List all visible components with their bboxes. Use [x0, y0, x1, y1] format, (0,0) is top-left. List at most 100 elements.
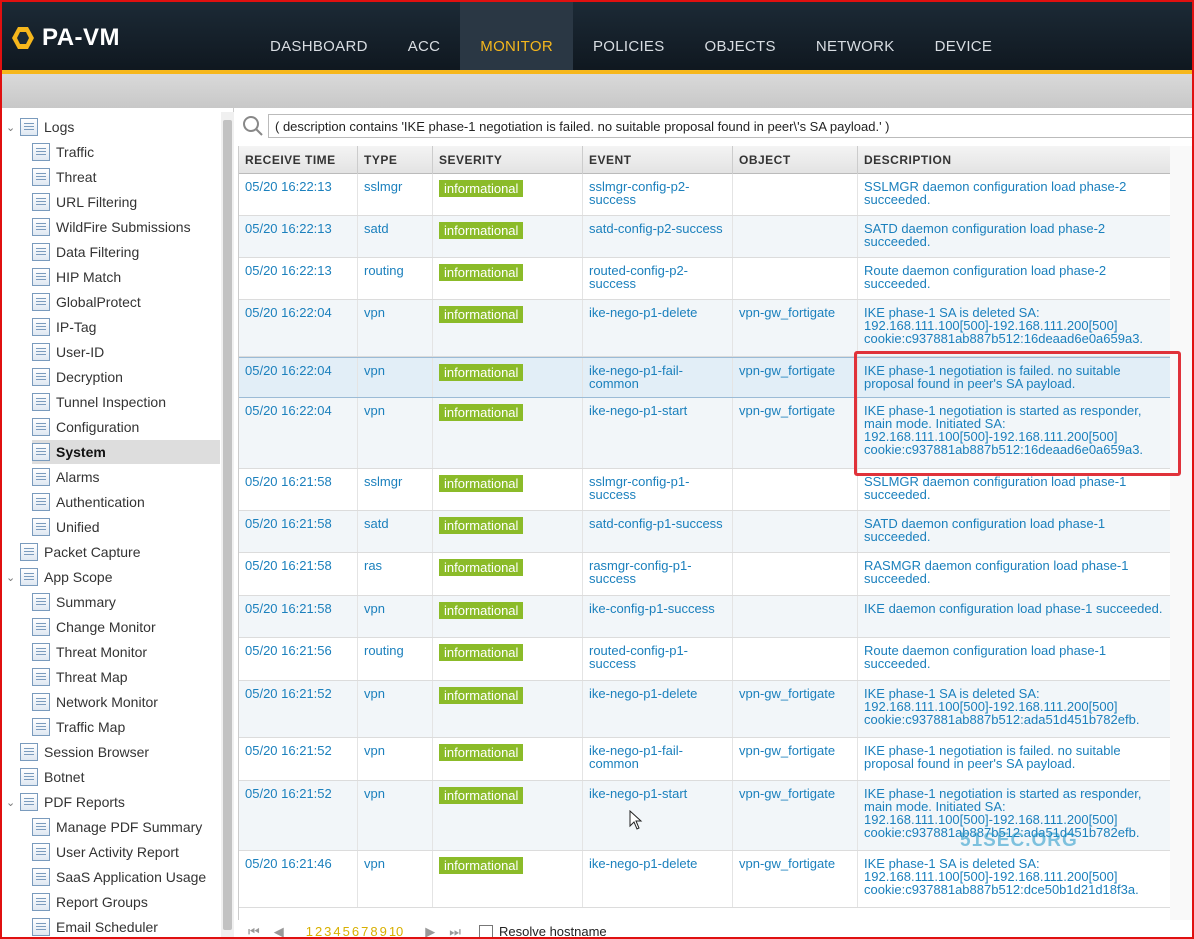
table-row[interactable]: 05/20 16:21:56 routing informational routed…: [239, 638, 1170, 681]
column-header-description[interactable]: DESCRIPTION: [858, 146, 1170, 174]
log-page-icon: [32, 493, 50, 511]
column-header-severity[interactable]: SEVERITY: [433, 146, 583, 174]
object-cell: vpn-gw_fortigate: [733, 358, 858, 397]
table-row[interactable]: 05/20 16:21:52 vpn informational ike-nego-p…: [239, 681, 1170, 738]
page-link[interactable]: 5: [343, 924, 350, 937]
column-header-event[interactable]: EVENT: [583, 146, 733, 174]
table-row[interactable]: 05/20 16:22:13 satd informational satd-conf…: [239, 216, 1170, 258]
sidebar-scrollbar[interactable]: [221, 112, 234, 937]
sidebar-item-network-monitor[interactable]: Network Monitor: [32, 690, 220, 714]
type-cell: vpn: [358, 358, 433, 397]
sidebar-item-url-filtering[interactable]: URL Filtering: [32, 190, 220, 214]
type-cell: vpn: [358, 398, 433, 468]
page-link[interactable]: 10: [389, 924, 403, 937]
page-link[interactable]: 3: [324, 924, 331, 937]
severity-badge: informational: [439, 744, 524, 761]
table-scrollbar[interactable]: [1170, 146, 1192, 920]
sidebar-item-globalprotect[interactable]: GlobalProtect: [32, 290, 220, 314]
prev-page-icon[interactable]: ◀: [274, 924, 284, 938]
sidebar-item-change-monitor[interactable]: Change Monitor: [32, 615, 220, 639]
log-page-icon: [32, 218, 50, 236]
object-cell: [733, 469, 858, 510]
sidebar-item-threat-monitor[interactable]: Threat Monitor: [32, 640, 220, 664]
severity-cell: informational: [433, 638, 583, 680]
page-link[interactable]: 6: [352, 924, 359, 937]
column-header-receive-time[interactable]: RECEIVE TIME: [239, 146, 358, 174]
first-page-icon[interactable]: ⏮: [248, 924, 260, 938]
event-cell: ike-nego-p1-start: [583, 781, 733, 850]
sidebar-item-tunnel-inspection[interactable]: Tunnel Inspection: [32, 390, 220, 414]
severity-badge: informational: [439, 306, 524, 323]
sidebar-item-traffic-map[interactable]: Traffic Map: [32, 715, 220, 739]
table-row[interactable]: 05/20 16:22:13 routing informational routed…: [239, 258, 1170, 300]
sidebar-item-app-scope[interactable]: ⌄ App Scope: [6, 565, 220, 589]
sidebar-item-email-scheduler[interactable]: Email Scheduler: [32, 915, 220, 937]
sidebar-item-traffic[interactable]: Traffic: [32, 140, 220, 164]
nav-tab-objects[interactable]: OBJECTS: [685, 2, 796, 72]
object-cell: [733, 258, 858, 299]
severity-cell: informational: [433, 738, 583, 780]
severity-cell: informational: [433, 511, 583, 552]
table-row[interactable]: 05/20 16:22:13 sslmgr informational sslmgr-…: [239, 174, 1170, 216]
sidebar-item-configuration[interactable]: Configuration: [32, 415, 220, 439]
nav-tab-monitor[interactable]: MONITOR: [460, 2, 573, 72]
expand-arrow-icon[interactable]: ⌄: [6, 796, 16, 809]
page-link[interactable]: 4: [333, 924, 340, 937]
table-row[interactable]: 05/20 16:22:04 vpn informational ike-nego-p…: [239, 300, 1170, 357]
page-link[interactable]: 1: [306, 924, 313, 937]
sidebar-item-summary[interactable]: Summary: [32, 590, 220, 614]
next-page-icon[interactable]: ▶: [425, 924, 435, 938]
sidebar-item-data-filtering[interactable]: Data Filtering: [32, 240, 220, 264]
sidebar-item-wildfire-submissions[interactable]: WildFire Submissions: [32, 215, 220, 239]
nav-tab-network[interactable]: NETWORK: [796, 2, 915, 72]
sidebar-item-manage-pdf-summary[interactable]: Manage PDF Summary: [32, 815, 220, 839]
sub-toolbar: [2, 74, 1192, 108]
resolve-hostname-checkbox[interactable]: [478, 924, 493, 937]
sidebar-item-hip-match[interactable]: HIP Match: [32, 265, 220, 289]
description-cell: RASMGR daemon configuration load phase-1…: [858, 553, 1170, 595]
nav-tab-policies[interactable]: POLICIES: [573, 2, 685, 72]
sidebar-item-system[interactable]: System: [32, 440, 220, 464]
last-page-icon[interactable]: ⏭: [449, 924, 461, 938]
sidebar-item-alarms[interactable]: Alarms: [32, 465, 220, 489]
table-row[interactable]: 05/20 16:21:58 vpn informational ike-config…: [239, 596, 1170, 638]
sidebar-item-logs[interactable]: ⌄ Logs: [6, 115, 220, 139]
nav-tab-device[interactable]: DEVICE: [915, 2, 1013, 72]
sidebar-item-authentication[interactable]: Authentication: [32, 490, 220, 514]
sidebar-item-pdf-reports[interactable]: ⌄ PDF Reports: [6, 790, 220, 814]
sidebar-item-packet-capture[interactable]: Packet Capture: [6, 540, 220, 564]
resolve-hostname-label: Resolve hostname: [498, 924, 607, 939]
severity-badge: informational: [439, 180, 524, 197]
nav-tab-dashboard[interactable]: DASHBOARD: [250, 2, 388, 72]
column-header-object[interactable]: OBJECT: [733, 146, 858, 174]
expand-arrow-icon[interactable]: ⌄: [6, 571, 16, 584]
search-icon[interactable]: [242, 115, 264, 137]
sidebar-item-decryption[interactable]: Decryption: [32, 365, 220, 389]
table-row[interactable]: 05/20 16:21:52 vpn informational ike-nego-p…: [239, 738, 1170, 781]
column-header-type[interactable]: TYPE: [358, 146, 433, 174]
sidebar-item-user-id[interactable]: User-ID: [32, 340, 220, 364]
sidebar-item-user-activity-report[interactable]: User Activity Report: [32, 840, 220, 864]
sidebar-item-threat-map[interactable]: Threat Map: [32, 665, 220, 689]
table-row[interactable]: 05/20 16:21:58 ras informational rasmgr-con…: [239, 553, 1170, 596]
table-row[interactable]: 05/20 16:21:46 vpn informational ike-nego-p…: [239, 851, 1170, 908]
sidebar-item-session-browser[interactable]: Session Browser: [6, 740, 220, 764]
page-link[interactable]: 9: [380, 924, 387, 937]
type-cell: sslmgr: [358, 469, 433, 510]
sidebar-item-ip-tag[interactable]: IP-Tag: [32, 315, 220, 339]
page-link[interactable]: 8: [370, 924, 377, 937]
nav-tab-acc[interactable]: ACC: [388, 2, 461, 72]
sidebar-scrollbar-thumb[interactable]: [223, 120, 232, 930]
sidebar-item-report-groups[interactable]: Report Groups: [32, 890, 220, 914]
severity-cell: informational: [433, 398, 583, 468]
sidebar-item-unified[interactable]: Unified: [32, 515, 220, 539]
sidebar-item-threat[interactable]: Threat: [32, 165, 220, 189]
filter-input[interactable]: [268, 114, 1192, 138]
page-link[interactable]: 7: [361, 924, 368, 937]
page-link[interactable]: 2: [315, 924, 322, 937]
type-cell: ras: [358, 553, 433, 595]
expand-arrow-icon[interactable]: ⌄: [6, 121, 16, 134]
sidebar-item-saas-application-usage[interactable]: SaaS Application Usage: [32, 865, 220, 889]
table-row[interactable]: 05/20 16:21:58 satd informational satd-conf…: [239, 511, 1170, 553]
sidebar-item-botnet[interactable]: Botnet: [6, 765, 220, 789]
